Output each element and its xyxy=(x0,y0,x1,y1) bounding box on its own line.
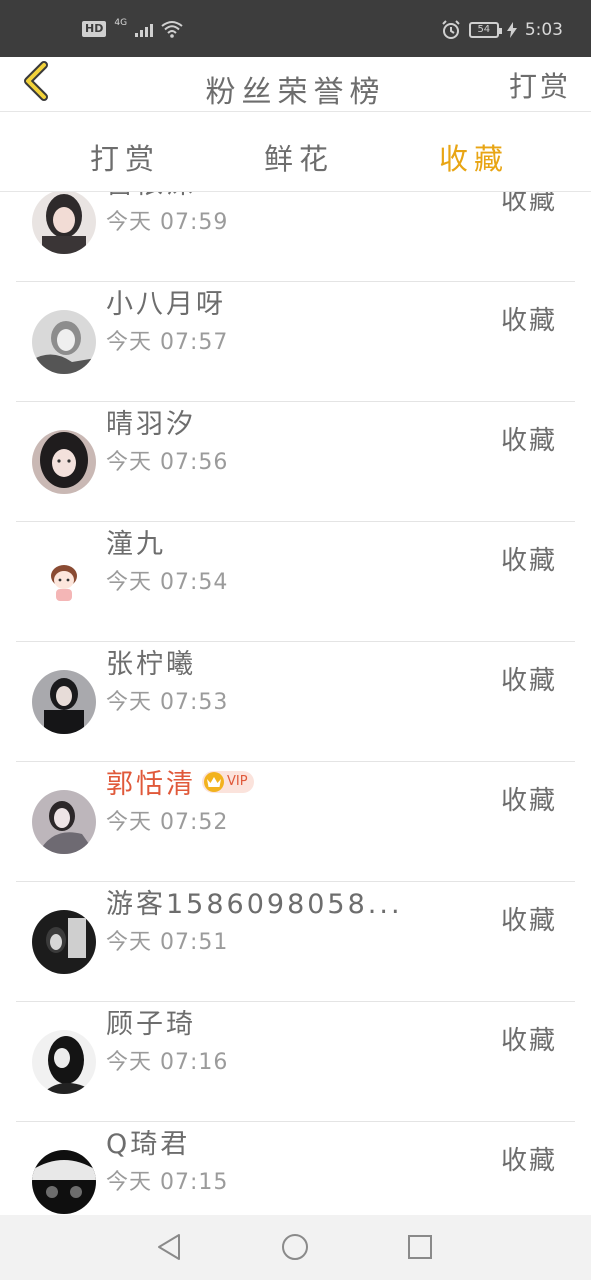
user-name: 顾子琦 xyxy=(106,1009,196,1040)
user-name-line: 张柠曦 xyxy=(106,642,196,681)
action-label: 收藏 xyxy=(500,1146,557,1176)
timestamp: 今天 07:56 xyxy=(106,450,229,475)
page-title: 粉丝荣誉榜 xyxy=(205,75,386,110)
action-label: 收藏 xyxy=(500,1026,557,1056)
list-item[interactable]: 晴羽汐 今天 07:56 收藏 xyxy=(16,402,575,522)
tab-favorites[interactable]: 收藏 xyxy=(439,136,510,197)
user-name: 张柠曦 xyxy=(106,649,196,680)
list-item[interactable]: 宫依沫 今天 07:59 收藏 xyxy=(16,192,575,282)
list-item[interactable]: 潼九 今天 07:54 收藏 xyxy=(16,522,575,642)
tab-reward[interactable]: 打赏 xyxy=(90,136,160,178)
user-name: Q琦君 xyxy=(106,1129,191,1160)
user-name: 小八月呀 xyxy=(106,289,226,320)
user-name: 宫依沫 xyxy=(106,192,196,201)
avatar xyxy=(32,550,96,614)
user-name-line: 顾子琦 xyxy=(106,1002,196,1041)
user-name-line: 潼九 xyxy=(106,522,166,561)
avatar xyxy=(32,1030,96,1094)
user-name-line: 小八月呀 xyxy=(106,282,226,321)
avatar xyxy=(32,1150,96,1214)
app-header: 粉丝荣誉榜 打赏 xyxy=(0,57,591,112)
timestamp: 今天 07:15 xyxy=(106,1170,229,1195)
avatar xyxy=(32,310,96,374)
favorites-list[interactable]: 宫依沫 今天 07:59 收藏 小八月呀 今天 07:57 收藏 晴羽汐 今天 … xyxy=(0,192,591,1215)
avatar xyxy=(32,670,96,734)
clock: 5:03 xyxy=(524,20,563,40)
wifi-icon xyxy=(161,21,183,38)
reward-button[interactable]: 打赏 xyxy=(509,65,571,105)
charging-icon xyxy=(506,22,517,38)
list-item[interactable]: 小八月呀 今天 07:57 收藏 xyxy=(16,282,575,402)
timestamp: 今天 07:54 xyxy=(106,570,229,595)
timestamp: 今天 07:51 xyxy=(106,930,229,955)
tab-label: 收藏 xyxy=(439,142,510,176)
avatar xyxy=(32,192,96,254)
status-bar: HD 4G 54 5:03 xyxy=(0,0,591,57)
nav-recents-button[interactable] xyxy=(404,1231,436,1263)
list-item[interactable]: 顾子琦 今天 07:16 收藏 xyxy=(16,1002,575,1122)
nav-back-button[interactable] xyxy=(153,1231,185,1263)
vip-badge: VIP xyxy=(202,770,254,793)
user-name-line: 郭恬清 VIP xyxy=(106,762,254,801)
battery-icon: 54 xyxy=(468,22,502,38)
user-name-line: 宫依沫 xyxy=(106,192,196,201)
list-item[interactable]: 张柠曦 今天 07:53 收藏 xyxy=(16,642,575,762)
action-label: 收藏 xyxy=(500,906,557,936)
list-item[interactable]: 游客1586098058... 今天 07:51 收藏 xyxy=(16,882,575,1002)
user-name-line: Q琦君 xyxy=(106,1122,190,1161)
status-left: HD 4G xyxy=(82,18,183,38)
action-label: 收藏 xyxy=(500,546,557,576)
tab-label: 鲜花 xyxy=(264,142,335,176)
user-name: 郭恬清 xyxy=(106,769,196,800)
action-label: 收藏 xyxy=(500,786,557,816)
timestamp: 今天 07:53 xyxy=(106,690,229,715)
tab-flowers[interactable]: 鲜花 xyxy=(264,136,334,178)
user-name: 晴羽汐 xyxy=(106,409,196,440)
action-label: 收藏 xyxy=(500,306,557,336)
avatar xyxy=(32,430,96,494)
crown-icon xyxy=(204,771,224,792)
avatar xyxy=(32,790,96,854)
hd-badge: HD xyxy=(82,21,107,37)
timestamp: 今天 07:59 xyxy=(106,210,229,235)
status-right: 54 5:03 xyxy=(441,20,563,40)
tab-bar: 打赏 鲜花 收藏 xyxy=(0,112,591,197)
alarm-icon xyxy=(442,20,460,39)
network-type: 4G xyxy=(114,18,128,28)
user-name: 潼九 xyxy=(106,529,166,560)
action-label: 收藏 xyxy=(500,426,557,456)
avatar xyxy=(32,910,96,974)
vip-label: VIP xyxy=(227,774,248,789)
back-triangle-icon xyxy=(158,1234,180,1260)
system-nav-bar xyxy=(0,1215,591,1280)
timestamp: 今天 07:57 xyxy=(106,330,229,355)
action-label: 收藏 xyxy=(500,666,557,696)
user-name: 游客1586098058... xyxy=(106,889,403,920)
nav-home-button[interactable] xyxy=(279,1231,311,1263)
list-item[interactable]: Q琦君 今天 07:15 收藏 xyxy=(16,1122,575,1215)
signal-icon xyxy=(135,21,154,37)
tab-label: 打赏 xyxy=(90,142,161,176)
action-label: 收藏 xyxy=(500,192,557,216)
timestamp: 今天 07:52 xyxy=(106,810,229,835)
user-name-line: 游客1586098058... xyxy=(106,882,403,921)
list-item[interactable]: 郭恬清 VIP 今天 07:52 收藏 xyxy=(16,762,575,882)
timestamp: 今天 07:16 xyxy=(106,1050,229,1075)
recents-square-icon xyxy=(408,1235,432,1259)
home-circle-icon xyxy=(282,1234,308,1260)
user-name-line: 晴羽汐 xyxy=(106,402,196,441)
